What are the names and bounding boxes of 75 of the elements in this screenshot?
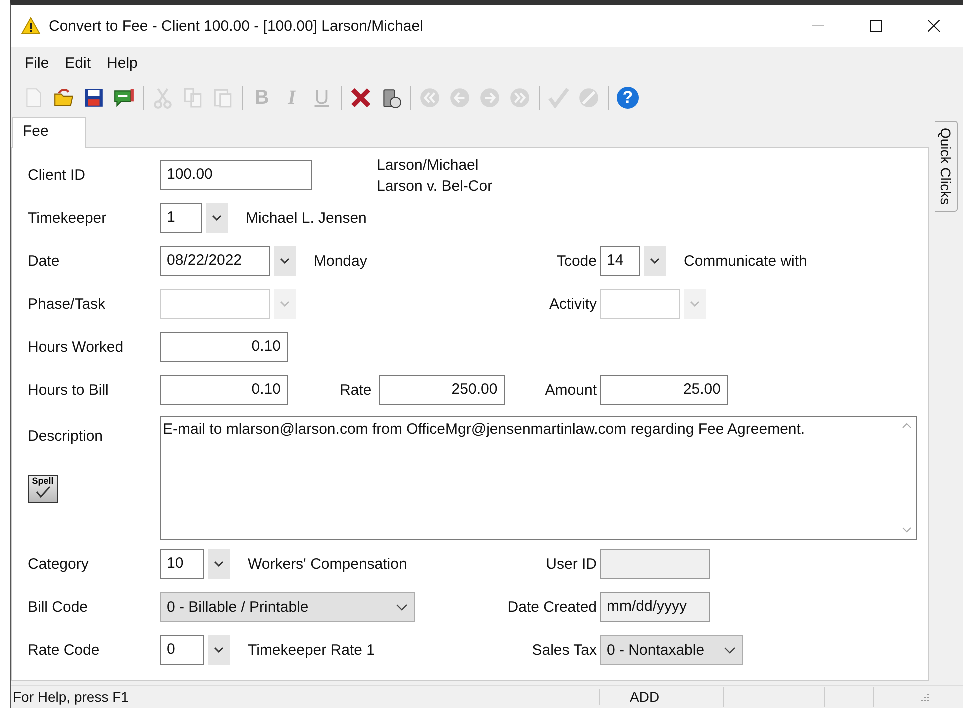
help-button[interactable]: ? xyxy=(617,87,639,109)
field-label: Activity xyxy=(548,295,598,313)
dropdown-button[interactable] xyxy=(208,635,230,665)
scroll-up-icon[interactable] xyxy=(902,423,912,429)
field-label: Hours Worked xyxy=(28,338,125,356)
dropdown-button[interactable] xyxy=(684,289,706,319)
chevron-icon xyxy=(396,604,408,610)
category-name: Workers' Compensation xyxy=(248,555,408,573)
timekeeper-name: Michael L. Jensen xyxy=(246,209,367,227)
field-label: Tcode xyxy=(556,252,598,270)
weekday-text: Monday xyxy=(314,252,368,270)
field-label: Sales Tax xyxy=(531,641,598,659)
chevron-icon xyxy=(690,301,700,307)
minimize-icon xyxy=(812,25,824,27)
client-caption: Larson v. Bel-Cor xyxy=(377,177,493,197)
date-created-field[interactable]: mm/dd/yyyy xyxy=(600,592,710,622)
field-label: Date Created xyxy=(506,598,598,616)
category-field[interactable]: 10 xyxy=(160,549,204,579)
sales-tax-dropdown[interactable]: 0 - Nontaxable xyxy=(600,635,743,665)
hours-to-bill-field[interactable]: 0.10 xyxy=(160,375,288,405)
mode-indicator: ADD xyxy=(599,689,723,705)
rate-code-name: Timekeeper Rate 1 xyxy=(248,641,376,659)
field-label: Timekeeper xyxy=(28,209,108,227)
chevron-icon xyxy=(212,215,222,221)
chevron-icon xyxy=(724,646,736,654)
amount-field[interactable]: 25.00 xyxy=(600,375,728,405)
tcode-description: Communicate with xyxy=(684,252,808,270)
dropdown-button[interactable] xyxy=(274,289,296,319)
field-label: User ID xyxy=(545,555,598,573)
description-field[interactable]: E-mail to mlarson@larson.com from OfficeMgr@jensenmartinlaw.com regarding Fee Agreement. xyxy=(160,416,917,540)
maximize-icon xyxy=(870,20,882,32)
field-label: Category xyxy=(28,555,90,573)
dropdown-button[interactable] xyxy=(206,203,228,233)
client-caption: Larson/Michael xyxy=(377,156,480,176)
speech-bubble-icon[interactable] xyxy=(113,87,135,109)
status-text: For Help, press F1 xyxy=(12,689,130,705)
bill-code-dropdown[interactable]: 0 - Billable / Printable xyxy=(160,592,415,622)
field-label: Hours to Bill xyxy=(28,381,110,399)
field-label: Description xyxy=(28,427,104,445)
chevron-icon xyxy=(650,258,660,264)
checkmark-icon xyxy=(35,486,51,498)
field-label: Date xyxy=(28,252,61,270)
field-label: Client ID xyxy=(28,166,87,184)
x-icon[interactable] xyxy=(350,87,372,109)
field-label: Bill Code xyxy=(28,598,90,616)
rate-field[interactable]: 250.00 xyxy=(378,375,505,405)
rate-code-field[interactable]: 0 xyxy=(160,635,204,665)
date-field[interactable]: 08/22/2022 xyxy=(160,246,270,276)
dropdown-button[interactable] xyxy=(274,246,296,276)
field-label: Rate xyxy=(340,381,372,399)
timekeeper-field[interactable]: 1 xyxy=(160,203,202,233)
hours-worked-field[interactable]: 0.10 xyxy=(160,332,288,362)
dropdown-button[interactable] xyxy=(644,246,666,276)
chevron-icon xyxy=(280,301,290,307)
quick-clicks-tab[interactable]: Quick Clicks xyxy=(935,121,958,212)
user-id-field[interactable] xyxy=(600,549,710,579)
chevron-icon xyxy=(214,647,224,653)
warning-icon xyxy=(21,17,41,35)
tcode-field[interactable]: 14 xyxy=(600,246,640,276)
client-id-field[interactable]: 100.00 xyxy=(160,160,312,190)
dropdown-button[interactable] xyxy=(208,549,230,579)
window-title: Convert to Fee - Client 100.00 - [100.00] Larson/Michael xyxy=(49,18,424,34)
field-label: Phase/Task xyxy=(28,295,107,313)
tab[interactable]: Fee xyxy=(12,117,86,148)
menu-item[interactable]: Help xyxy=(99,52,146,74)
folder-icon[interactable] xyxy=(53,87,75,109)
menu-item[interactable]: File xyxy=(17,52,58,74)
field-label: Rate Code xyxy=(28,641,101,659)
chevron-icon xyxy=(280,258,290,264)
scroll-down-icon[interactable] xyxy=(902,527,912,533)
field-label: Amount xyxy=(544,381,598,399)
chevron-icon xyxy=(214,561,224,567)
spell-check-button[interactable]: Spell xyxy=(28,475,58,503)
close-icon xyxy=(928,20,940,32)
menu-item[interactable]: Edit xyxy=(57,52,100,74)
